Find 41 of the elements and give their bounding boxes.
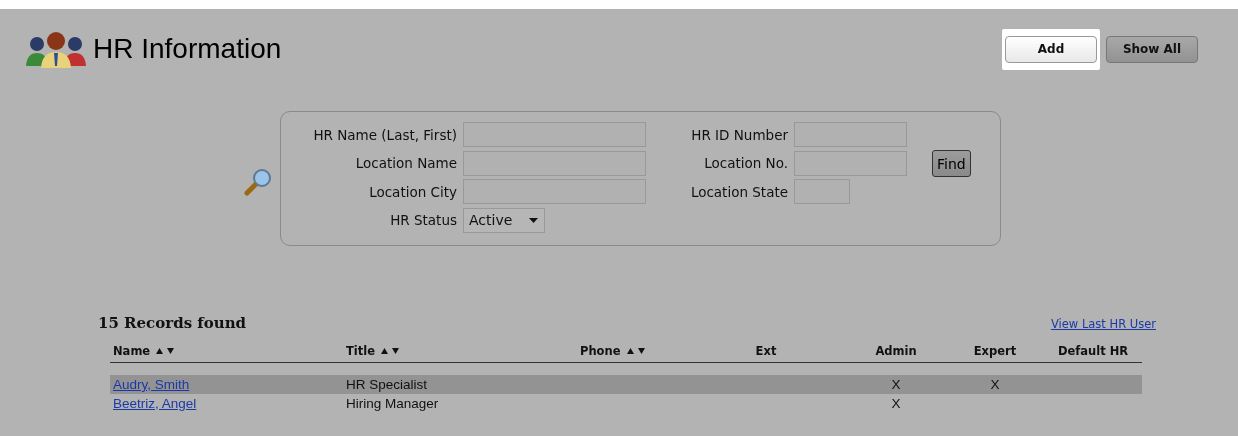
table-row[interactable]: Audry, Smith HR Specialist X X <box>110 375 1142 394</box>
input-field[interactable] <box>463 179 646 204</box>
view-last-user-link[interactable]: View Last HR User <box>1050 317 1156 331</box>
input-field[interactable] <box>794 150 907 176</box>
input-field[interactable] <box>463 150 646 176</box>
field-label: HR Name (Last, First) <box>312 126 457 143</box>
sort-arrows-icon[interactable] <box>156 348 175 354</box>
caret-icon <box>529 217 538 223</box>
field-label: HR ID Number <box>690 126 788 143</box>
add-button[interactable]: Add <box>1005 35 1097 63</box>
find-button[interactable]: Find <box>932 150 971 177</box>
column-header: Expert <box>946 340 1044 363</box>
field-label: Location Name <box>354 155 457 171</box>
field-label: Location No. <box>703 155 788 171</box>
table-cell: X <box>891 396 901 411</box>
sort-arrows-icon[interactable] <box>381 348 400 354</box>
table-cell: X <box>891 377 901 392</box>
column-header: Admin <box>846 340 946 363</box>
column-header: Ext <box>727 340 805 363</box>
table-cell: Hiring Manager <box>346 396 439 411</box>
name-link[interactable]: Beetriz, Angel <box>113 396 197 411</box>
field-label: HR Status <box>389 212 457 228</box>
search-icon <box>243 166 273 197</box>
column-header[interactable]: Name <box>110 340 343 363</box>
input-field[interactable] <box>794 179 850 204</box>
table-cell: HR Specialist <box>346 377 428 392</box>
table-row[interactable]: Beetriz, Angel Hiring Manager X <box>110 394 1142 413</box>
sort-arrows-icon[interactable] <box>626 348 645 354</box>
table-cell: X <box>990 377 1000 392</box>
records-count: 15 Records found <box>98 314 247 332</box>
status-dropdown[interactable]: Active <box>463 207 545 233</box>
column-header: Default HR <box>1044 340 1142 363</box>
column-header[interactable]: Title <box>343 340 577 363</box>
field-label: Location State <box>689 183 788 200</box>
page-title: HR Information <box>93 33 283 65</box>
show-all-button[interactable]: Show All <box>1106 35 1198 63</box>
people-group-icon <box>25 30 87 68</box>
column-header[interactable]: Phone <box>577 340 727 363</box>
field-label: Location City <box>368 183 457 200</box>
input-field[interactable] <box>463 122 646 147</box>
input-field[interactable] <box>794 122 907 147</box>
